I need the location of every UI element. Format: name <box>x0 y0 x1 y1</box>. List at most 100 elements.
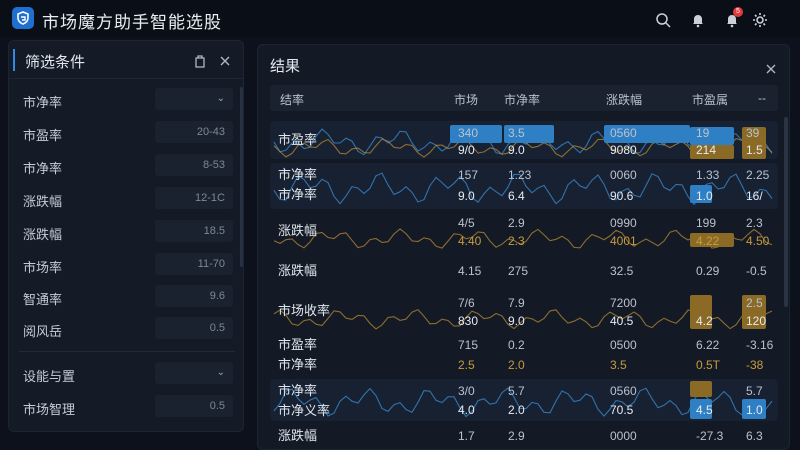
filter-row[interactable]: 涨跌幅 12-1C <box>9 184 243 214</box>
table-row[interactable]: 涨跌幅 4.15 275 32.5 0.29 -0.5 <box>270 255 778 287</box>
copy-icon[interactable] <box>191 53 207 69</box>
filter-scrollbar[interactable] <box>240 87 243 267</box>
table-row[interactable]: 市场收率 7/6 830 7.9 9.0 7200 40.5 4.2 2.5 120 <box>270 291 778 331</box>
filter-label: 市净率 <box>23 95 63 110</box>
filter-row[interactable]: 设能与置 ⌄ <box>9 359 243 389</box>
bell-icon[interactable] <box>688 10 708 30</box>
filter-value-field[interactable]: 8-53 <box>155 154 233 176</box>
cell-value: 9.0 <box>458 189 475 203</box>
cell-value: 9/0 <box>458 143 475 157</box>
cell-value: 7.9 <box>508 296 525 310</box>
filter-value-field[interactable]: 12-1C <box>155 187 233 209</box>
filter-row[interactable]: 市净率 ⌄ <box>9 85 243 115</box>
row-name: 涨跌幅 <box>278 261 317 281</box>
table-row[interactable]: 涨跌幅 1.7 2.9 0000 -27.3 6.3 <box>270 423 778 449</box>
settings-icon[interactable] <box>750 10 770 30</box>
cell-value: 275 <box>508 264 529 278</box>
filter-select[interactable]: ⌄ <box>155 88 233 110</box>
table-row[interactable]: 市盈率 市净率 715 2.5 0.2 2.0 0500 3.5 6.22 0.5T -3.16 -3… <box>270 333 778 377</box>
filter-value-field[interactable]: 11-70 <box>155 253 233 275</box>
filter-select[interactable]: ⌄ <box>155 362 233 384</box>
cell-value: 2.3 <box>746 216 763 230</box>
cell-value: 4.5 <box>696 403 713 417</box>
cell-value: 2.3 <box>508 234 525 248</box>
app-title: 市场魔方助手智能选股 <box>42 13 222 32</box>
filter-row[interactable]: 阅风岳 0.5 <box>9 314 243 344</box>
cell-value: 1.0 <box>696 189 713 203</box>
filter-label: 市盈率 <box>23 128 63 143</box>
cell-value: -27.3 <box>696 429 724 443</box>
table-row[interactable]: 市盈率 340 9/0 3.5 9.0 0560 9080 19 214 39 1.5 <box>270 121 778 159</box>
column-header[interactable]: 结率 <box>280 91 304 108</box>
row-name-line: 市盈率 <box>278 337 318 352</box>
cell-value: 6.3 <box>746 429 763 443</box>
search-icon[interactable] <box>653 10 673 30</box>
title-bar: 市场魔方助手智能选股 5 <box>0 0 800 38</box>
cell-value: 4.15 <box>458 264 482 278</box>
filter-value-field[interactable]: 20-43 <box>155 121 233 143</box>
filter-value-field[interactable]: 18.5 <box>155 220 233 242</box>
cell-value: 40.5 <box>610 314 634 328</box>
row-name-line: 市净率 <box>278 383 318 398</box>
table-row[interactable]: 市净率 市净义率 3/0 4.0 5.7 2.0 0560 70.5 4.5 5.7 1.0 <box>270 379 778 421</box>
cell-value: 1.33 <box>696 168 720 182</box>
filter-label: 市净率 <box>23 161 63 176</box>
cell-value: 2.25 <box>746 168 770 182</box>
notification-badge: 5 <box>733 7 743 17</box>
filter-panel: 筛选条件 市净率 ⌄ 市盈率 20-43 市净率 8-53 涨跌幅 12-1C … <box>8 40 244 432</box>
cell-value: 7200 <box>610 296 637 310</box>
filter-row[interactable]: 市场智理 0.5 <box>9 392 243 422</box>
filter-value-field[interactable]: 0.5 <box>155 395 233 417</box>
cell-value: 2.0 <box>508 358 525 372</box>
value-highlight <box>690 381 712 397</box>
cell-value: 1.5 <box>746 143 763 157</box>
column-header[interactable]: 市净率 <box>504 91 540 108</box>
cell-value: 0560 <box>610 126 637 140</box>
filter-value-field[interactable]: 0.5 <box>155 317 233 339</box>
results-panel: 结果 结率 市场 市净率 涨跌幅 市盈属 -- 市盈率 340 9/0 3.5 9.0 0… <box>257 44 790 450</box>
table-row[interactable]: 市净率 市净率 157 9.0 1.23 6.4 0060 90.6 1.33 1.0 2.25 16… <box>270 163 778 209</box>
column-header[interactable]: 市盈属 <box>692 91 728 108</box>
cell-value: 4001 <box>610 234 637 248</box>
filter-row[interactable]: 市净率 8-53 <box>9 151 243 181</box>
column-header[interactable]: 涨跌幅 <box>606 91 642 108</box>
cell-value: 214 <box>696 143 717 157</box>
cell-value: 9080 <box>610 143 637 157</box>
cell-value: 157 <box>458 168 479 182</box>
row-name: 涨跌幅 <box>278 221 317 241</box>
filter-row[interactable]: 市场率 11-70 <box>9 250 243 280</box>
cell-value: 0560 <box>610 384 637 398</box>
cell-value: 90.6 <box>610 189 634 203</box>
filter-row[interactable]: 涨跌幅 18.5 <box>9 217 243 247</box>
filter-value-field[interactable]: 9.6 <box>155 285 233 307</box>
column-header[interactable]: 市场 <box>454 91 478 108</box>
chevron-down-icon: ⌄ <box>216 367 225 378</box>
filter-row[interactable]: 市盈率 20-43 <box>9 118 243 148</box>
cell-value: 340 <box>458 126 479 140</box>
table-row[interactable]: 涨跌幅 4/5 4.40 2.9 2.3 0990 4001 199 4.22 2.3 4.50 <box>270 211 778 251</box>
column-header[interactable]: -- <box>758 91 766 105</box>
chevron-down-icon: ⌄ <box>216 93 225 104</box>
row-name-line: 涨跌幅 <box>278 223 318 238</box>
cell-value: 1.23 <box>508 168 532 182</box>
row-name-line: 涨跌幅 <box>278 263 318 278</box>
cell-value: 70.5 <box>610 403 634 417</box>
cell-value: 4.50 <box>746 234 770 248</box>
close-icon[interactable] <box>763 61 779 77</box>
cell-value: 715 <box>458 338 479 352</box>
cell-value: 0.5T <box>696 358 721 372</box>
cell-value: 1.0 <box>746 403 763 417</box>
row-name: 市场收率 <box>278 301 330 321</box>
filter-row[interactable]: 智通率 9.6 <box>9 282 243 312</box>
notification-icon[interactable]: 5 <box>722 7 743 30</box>
row-name-line: 市场收率 <box>278 303 331 318</box>
row-name: 市盈率 市净率 <box>278 335 317 375</box>
close-icon[interactable] <box>217 53 233 69</box>
row-name: 市净率 市净率 <box>278 165 317 205</box>
cell-value: 4.0 <box>458 403 475 417</box>
cell-value: 4.40 <box>458 234 482 248</box>
cell-value: 0000 <box>610 429 637 443</box>
results-scrollbar[interactable] <box>784 117 788 307</box>
row-name: 市净率 市净义率 <box>278 381 330 421</box>
filter-label: 涨跌幅 <box>23 194 63 209</box>
